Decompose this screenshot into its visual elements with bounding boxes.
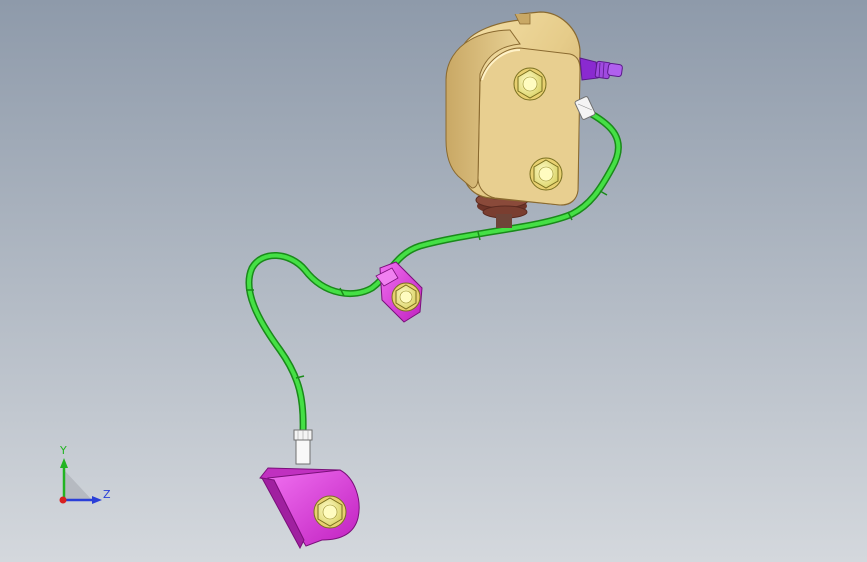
viewport-background	[0, 0, 867, 562]
tube-nut-lower[interactable]	[293, 429, 313, 465]
3d-viewport[interactable]: Y Z	[0, 0, 867, 562]
viewport-canvas[interactable]: Y Z	[0, 0, 867, 562]
z-axis-label: Z	[103, 488, 111, 501]
y-axis-label: Y	[59, 444, 67, 457]
housing-bolt-bottom[interactable]	[529, 157, 563, 191]
x-axis-dot	[59, 496, 67, 504]
housing-bolt-top[interactable]	[513, 67, 547, 101]
